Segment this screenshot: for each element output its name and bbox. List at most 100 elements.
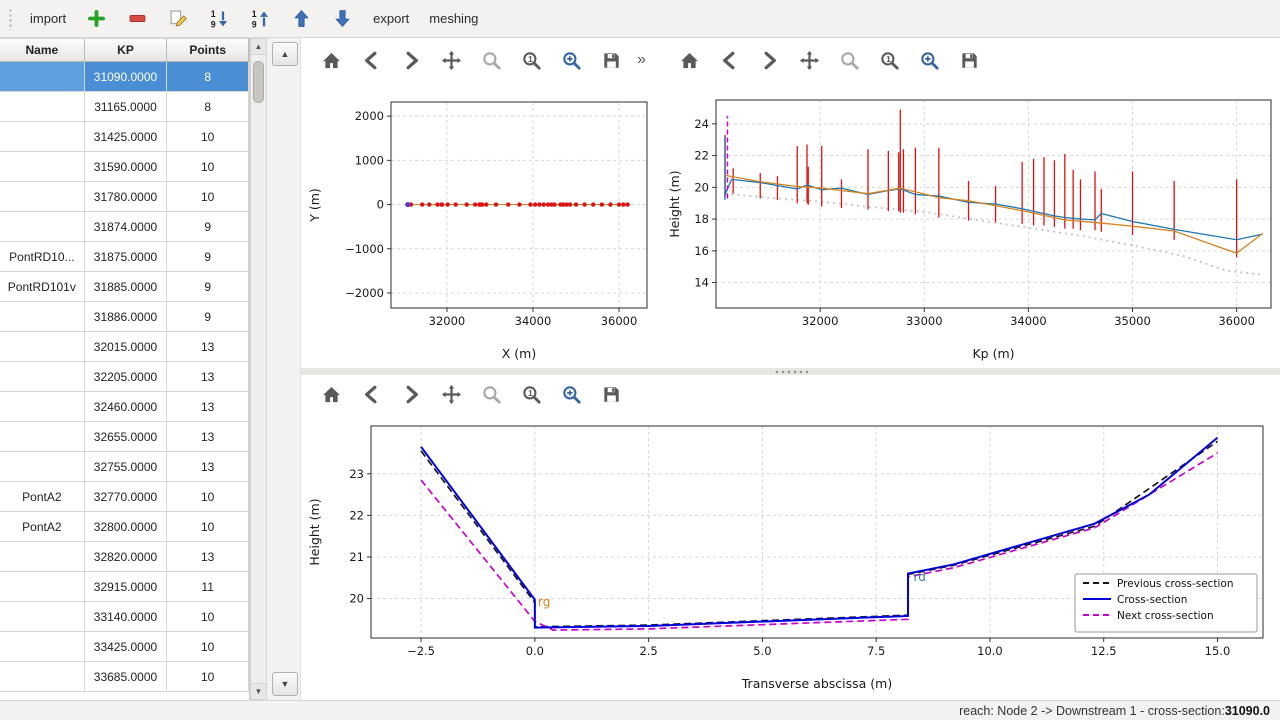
table-row[interactable]: 31165.00008 <box>0 92 249 122</box>
table-row[interactable]: 33425.000010 <box>0 632 249 662</box>
name-cell[interactable] <box>0 302 85 332</box>
zoom-button[interactable] <box>475 45 508 75</box>
table-row[interactable]: 31780.000010 <box>0 182 249 212</box>
table-row[interactable]: 31090.00008 <box>0 62 249 92</box>
points-cell[interactable]: 13 <box>167 362 249 392</box>
save-button[interactable] <box>595 45 628 75</box>
points-cell[interactable]: 9 <box>167 302 249 332</box>
name-cell[interactable] <box>0 602 85 632</box>
kp-cell[interactable]: 31886.0000 <box>85 302 168 332</box>
name-cell[interactable]: PontA2 <box>0 512 85 542</box>
points-cell[interactable]: 10 <box>167 662 249 692</box>
points-cell[interactable]: 10 <box>167 152 249 182</box>
table-row[interactable]: 31886.00009 <box>0 302 249 332</box>
name-cell[interactable]: PontRD101v <box>0 272 85 302</box>
home-button[interactable] <box>673 45 706 75</box>
scroll-up-icon[interactable]: ▲ <box>251 39 266 55</box>
table-row[interactable]: 32655.000013 <box>0 422 249 452</box>
home-button[interactable] <box>315 45 348 75</box>
kp-cell[interactable]: 33425.0000 <box>85 632 168 662</box>
cross-section-chart[interactable]: −2.50.02.55.07.510.012.515.020212223rgrd… <box>301 412 1280 698</box>
table-row[interactable]: PontRD101v31885.00009 <box>0 272 249 302</box>
table-row[interactable]: PontA232770.000010 <box>0 482 249 512</box>
menu-remove[interactable] <box>118 4 157 33</box>
points-cell[interactable]: 9 <box>167 212 249 242</box>
name-cell[interactable]: PontRD10... <box>0 242 85 272</box>
kp-cell[interactable]: 31875.0000 <box>85 242 168 272</box>
profile-chart[interactable]: 3200033000340003500036000141618202224Kp … <box>661 84 1280 368</box>
forward-button[interactable] <box>753 45 786 75</box>
kp-cell[interactable]: 31590.0000 <box>85 152 168 182</box>
zoom-1-button[interactable]: 1 <box>515 379 548 409</box>
kp-cell[interactable]: 31885.0000 <box>85 272 168 302</box>
points-cell[interactable]: 10 <box>167 512 249 542</box>
menu-sort-ascending[interactable]: 19 <box>200 4 239 33</box>
kp-cell[interactable]: 32015.0000 <box>85 332 168 362</box>
kp-cell[interactable]: 31165.0000 <box>85 92 168 122</box>
name-cell[interactable] <box>0 422 85 452</box>
kp-cell[interactable]: 32915.0000 <box>85 572 168 602</box>
name-cell[interactable] <box>0 632 85 662</box>
table-row[interactable]: 32820.000013 <box>0 542 249 572</box>
kp-cell[interactable]: 32755.0000 <box>85 452 168 482</box>
points-cell[interactable]: 10 <box>167 602 249 632</box>
back-button[interactable] <box>355 45 388 75</box>
points-cell[interactable]: 10 <box>167 632 249 662</box>
kp-cell[interactable]: 31874.0000 <box>85 212 168 242</box>
menu-move-down[interactable] <box>323 4 362 33</box>
name-cell[interactable] <box>0 152 85 182</box>
name-cell[interactable]: PontA2 <box>0 482 85 512</box>
points-cell[interactable]: 8 <box>167 92 249 122</box>
menu-export[interactable]: export <box>364 7 418 30</box>
name-cell[interactable] <box>0 392 85 422</box>
table-row[interactable]: 31425.000010 <box>0 122 249 152</box>
name-cell[interactable] <box>0 572 85 602</box>
name-cell[interactable] <box>0 362 85 392</box>
points-cell[interactable]: 8 <box>167 62 249 92</box>
kp-cell[interactable]: 31090.0000 <box>85 62 168 92</box>
table-row[interactable]: 33140.000010 <box>0 602 249 632</box>
forward-button[interactable] <box>395 379 428 409</box>
zoom-in-button[interactable] <box>555 45 588 75</box>
table-row[interactable]: 33685.000010 <box>0 662 249 692</box>
kp-cell[interactable]: 33140.0000 <box>85 602 168 632</box>
points-cell[interactable]: 13 <box>167 332 249 362</box>
menu-edit[interactable] <box>159 4 198 33</box>
table-row[interactable]: 32205.000013 <box>0 362 249 392</box>
section-up-button[interactable]: ▲ <box>272 42 298 66</box>
pan-button[interactable] <box>793 45 826 75</box>
kp-cell[interactable]: 32655.0000 <box>85 422 168 452</box>
section-down-button[interactable]: ▼ <box>272 672 298 696</box>
name-cell[interactable] <box>0 62 85 92</box>
table-row[interactable]: 32755.000013 <box>0 452 249 482</box>
points-cell[interactable]: 13 <box>167 392 249 422</box>
menu-move-up[interactable] <box>282 4 321 33</box>
points-cell[interactable]: 10 <box>167 182 249 212</box>
name-cell[interactable] <box>0 332 85 362</box>
points-cell[interactable]: 13 <box>167 422 249 452</box>
toolbar-grip-icon[interactable] <box>8 8 13 30</box>
name-cell[interactable] <box>0 542 85 572</box>
table-row[interactable]: 32015.000013 <box>0 332 249 362</box>
points-cell[interactable]: 9 <box>167 242 249 272</box>
pan-button[interactable] <box>435 379 468 409</box>
menu-sort-descending[interactable]: 19 <box>241 4 280 33</box>
table-scrollbar[interactable]: ▲ ▼ <box>250 38 267 700</box>
zoom-1-button[interactable]: 1 <box>515 45 548 75</box>
header-points[interactable]: Points <box>167 38 249 62</box>
menu-meshing[interactable]: meshing <box>420 7 487 30</box>
table-row[interactable]: 32460.000013 <box>0 392 249 422</box>
name-cell[interactable] <box>0 182 85 212</box>
zoom-1-button[interactable]: 1 <box>873 45 906 75</box>
points-cell[interactable]: 9 <box>167 272 249 302</box>
back-button[interactable] <box>713 45 746 75</box>
table-row[interactable]: 31874.00009 <box>0 212 249 242</box>
kp-cell[interactable]: 32770.0000 <box>85 482 168 512</box>
table-row[interactable]: 32915.000011 <box>0 572 249 602</box>
name-cell[interactable] <box>0 452 85 482</box>
name-cell[interactable] <box>0 92 85 122</box>
kp-cell[interactable]: 32205.0000 <box>85 362 168 392</box>
toolbar-overflow-button[interactable]: » <box>637 51 646 69</box>
name-cell[interactable] <box>0 662 85 692</box>
points-cell[interactable]: 10 <box>167 482 249 512</box>
